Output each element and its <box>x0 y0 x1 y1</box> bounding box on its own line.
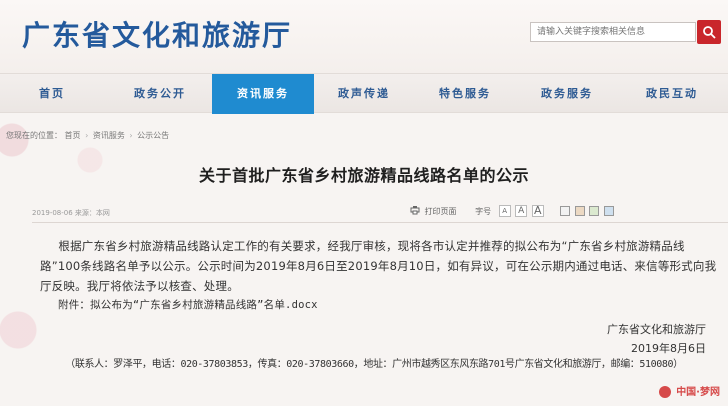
breadcrumb-item-notice[interactable]: 公示公告 <box>137 131 169 140</box>
nav-policy-voice[interactable]: 政声传递 <box>314 74 414 114</box>
search-icon <box>703 26 716 39</box>
breadcrumb: 您现在的位置： 首页 › 资讯服务 › 公示公告 <box>6 130 169 141</box>
breadcrumb-item-home[interactable]: 首页 <box>65 131 81 140</box>
site-title[interactable]: 广东省文化和旅游厅 <box>22 14 292 54</box>
nav-home[interactable]: 首页 <box>0 74 104 114</box>
attachment-link[interactable]: 附件：拟公布为“广东省乡村旅游精品线路”名单.docx <box>58 297 318 312</box>
contact-info: （联系人：罗泽平，电话：020-37803853，传真：020-37803660… <box>65 359 683 370</box>
font-size-small-button[interactable]: A <box>498 205 511 217</box>
article-meta-bar: 2019-08-06 来源：本网 打印页面 字号 A A A <box>32 203 728 223</box>
font-size-medium-button[interactable]: A <box>515 205 528 217</box>
article-body: 根据广东省乡村旅游精品线路认定工作的有关要求，经我厅审核，现将各市认定并推荐的拟… <box>40 236 720 296</box>
article-tools: 打印页面 字号 A A A <box>410 205 614 221</box>
nav-info-services[interactable]: 资讯服务 <box>212 74 314 114</box>
font-size-large-button[interactable]: A <box>531 205 544 217</box>
nav-special-services[interactable]: 特色服务 <box>414 74 516 114</box>
article-title: 关于首批广东省乡村旅游精品线路名单的公示 <box>198 166 529 185</box>
nav-gov-services[interactable]: 政务服务 <box>516 74 618 114</box>
chevron-right-icon: › <box>129 131 133 140</box>
watermark-text: 中国·梦网 <box>676 387 720 398</box>
search-input[interactable] <box>530 22 696 42</box>
article-signature: 广东省文化和旅游厅 2019年8月6日 <box>607 320 706 358</box>
article-meta: 2019-08-06 来源：本网 <box>32 209 110 217</box>
chevron-right-icon: › <box>85 131 89 140</box>
watermark: 中国·梦网 <box>658 383 720 398</box>
signature-org: 广东省文化和旅游厅 <box>607 323 706 336</box>
breadcrumb-prefix: 您现在的位置： <box>6 131 62 140</box>
print-icon[interactable] <box>410 205 420 217</box>
print-label[interactable]: 打印页面 <box>425 206 457 217</box>
font-size-label: 字号 <box>475 206 492 216</box>
bg-color-swatch-green[interactable] <box>589 206 600 216</box>
site-header: 广东省文化和旅游厅 <box>0 0 728 73</box>
main-nav: 首页 政务公开 资讯服务 政声传递 特色服务 政务服务 政民互动 <box>0 73 728 114</box>
bg-color-swatch-blue[interactable] <box>603 206 614 216</box>
breadcrumb-item-info[interactable]: 资讯服务 <box>93 131 125 140</box>
article-paragraph: 根据广东省乡村旅游精品线路认定工作的有关要求，经我厅审核，现将各市认定并推荐的拟… <box>40 239 717 293</box>
nav-gov-affairs[interactable]: 政务公开 <box>108 74 212 114</box>
bg-color-swatch-gray[interactable] <box>560 206 571 216</box>
search-button[interactable] <box>697 20 721 44</box>
bg-color-swatch-beige[interactable] <box>574 206 585 216</box>
nav-interaction[interactable]: 政民互动 <box>618 74 726 114</box>
watermark-logo-icon <box>658 386 671 398</box>
